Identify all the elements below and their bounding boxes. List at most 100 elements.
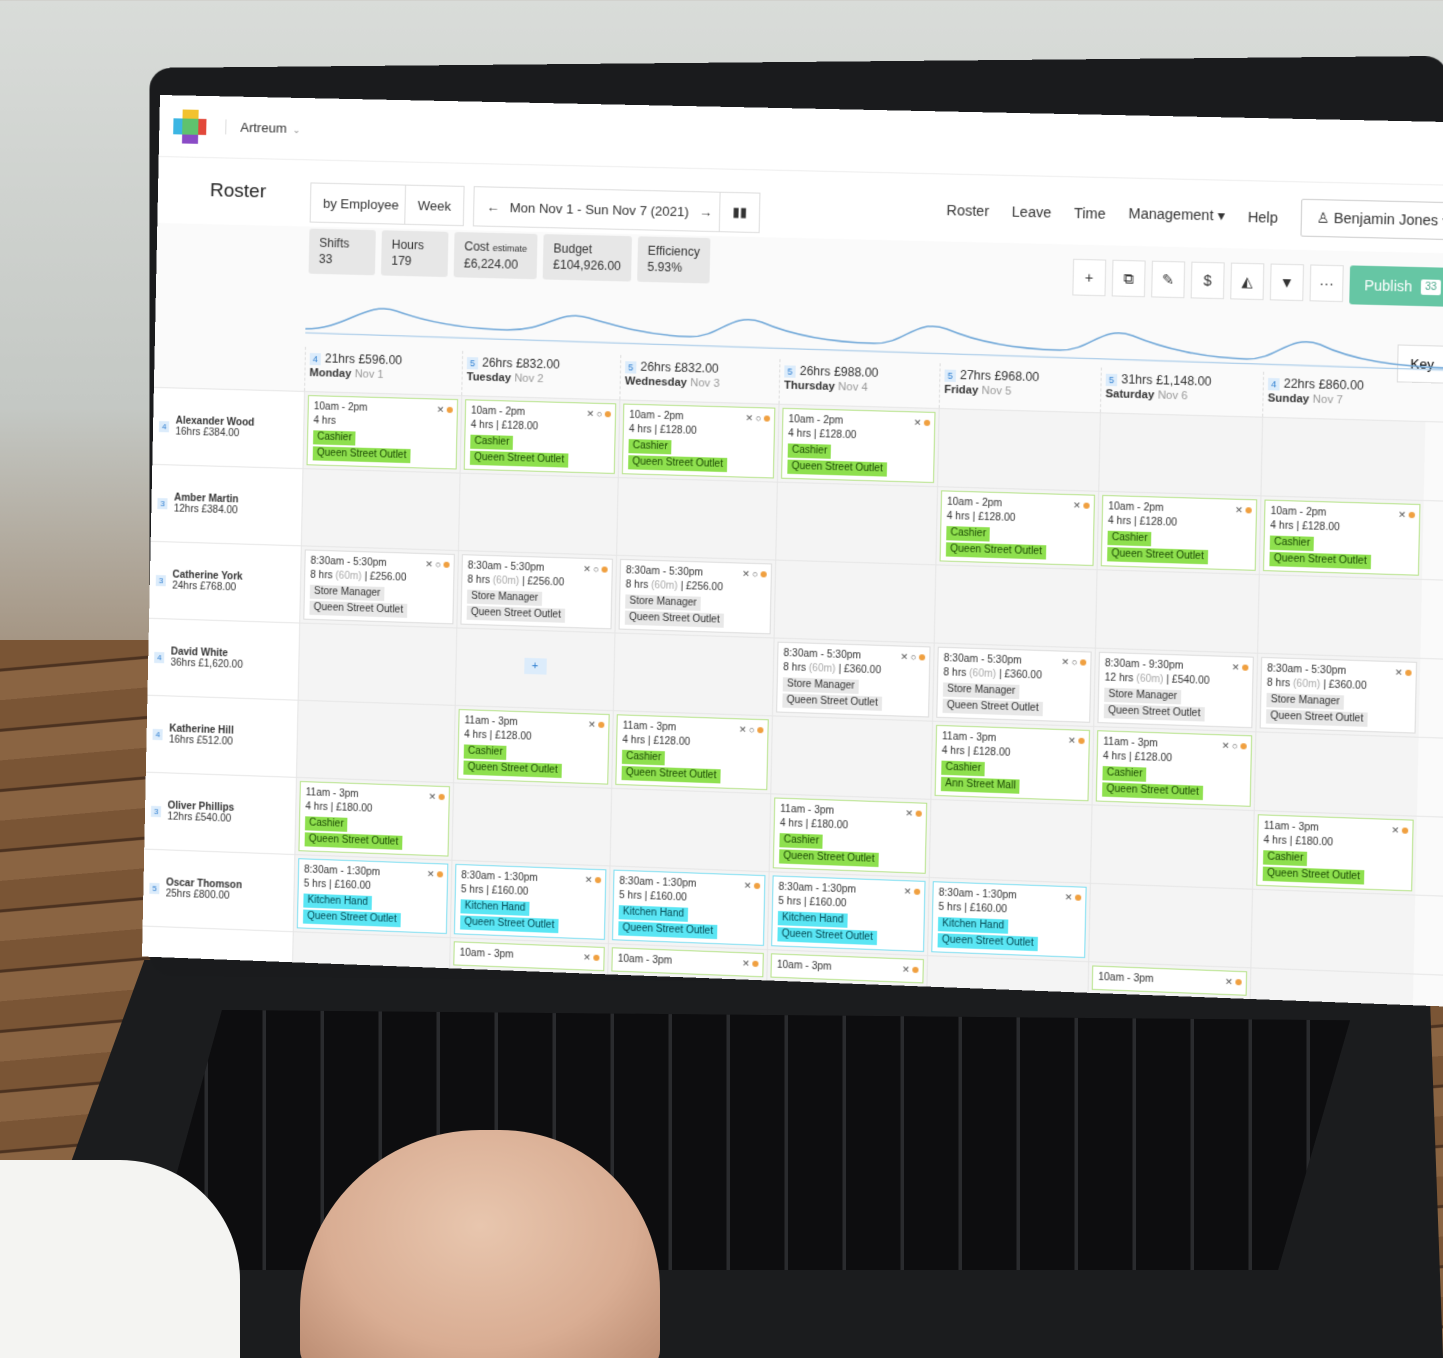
shift-card[interactable]: ✕ ○ 8:30am - 5:30pm 8 hrs (60m) | £256.00… [303, 549, 455, 624]
roster-cell[interactable]: ✕ 10am - 2pm 4 hrs | £128.00 Cashier Queen … [777, 405, 939, 486]
shift-card[interactable]: ✕ 8:30am - 1:30pm 5 hrs | £160.00 Kitchen … [931, 881, 1086, 958]
add-icon[interactable]: + [1072, 259, 1106, 296]
nav-help[interactable]: Help [1248, 208, 1278, 225]
chart-toggle-icon[interactable]: ▮▮ [719, 192, 761, 233]
shift-card[interactable]: ✕ 8:30am - 5:30pm 8 hrs (60m) | £360.00 St… [1260, 657, 1417, 734]
shift-card[interactable]: ✕ 10am - 3pm [1092, 965, 1247, 995]
roster-cell[interactable]: ✕ 10am - 2pm 4 hrs | £128.00 Cashier Queen … [1259, 496, 1424, 579]
shift-card[interactable]: ✕ ○ 10am - 2pm 4 hrs | £128.00 Cashier Quee… [464, 399, 617, 474]
shift-card[interactable]: ✕ ○ 11am - 3pm 4 hrs | £128.00 Cashier Quee… [615, 714, 768, 790]
roster-cell[interactable]: ✕ ○ 11am - 3pm 4 hrs | £128.00 Cashier Quee… [611, 711, 772, 793]
shift-card[interactable]: ✕ ○ 8:30am - 5:30pm 8 hrs (60m) | £256.00… [460, 554, 613, 629]
roster-cell[interactable]: ✕ ○ 8:30am - 5:30pm 8 hrs (60m) | £256.00… [614, 556, 775, 638]
add-shift-button[interactable]: + [524, 658, 547, 675]
roster-cell[interactable] [613, 633, 774, 715]
employee-info[interactable]: 4 David White 36hrs £1,620.00 [147, 619, 299, 700]
roster-cell[interactable]: ✕ 8:30am - 1:30pm 5 hrs | £160.00 Kitchen … [927, 878, 1090, 961]
roster-cell[interactable]: ✕ 11am - 3pm 4 hrs | £128.00 Cashier Queen … [453, 706, 613, 788]
roster-cell[interactable]: ✕ 8:30am - 1:30pm 5 hrs | £160.00 Kitchen … [293, 855, 452, 937]
shift-card[interactable]: ✕ 8:30am - 1:30pm 5 hrs | £160.00 Kitchen … [771, 875, 925, 952]
shift-card[interactable]: ✕ 8:30am - 1:30pm 5 hrs | £160.00 Kitchen … [297, 858, 449, 934]
roster-cell[interactable]: ✕ ○ 11am - 3pm 4 hrs | £128.00 Cashier Quee… [1092, 727, 1256, 810]
roster-cell[interactable] [1260, 418, 1425, 500]
shift-card[interactable]: ✕ 8:30am - 1:30pm 5 hrs | £160.00 Kitchen … [454, 864, 606, 940]
roster-cell[interactable]: ✕ 10am - 2pm 4 hrs | £128.00 Cashier Queen … [1097, 492, 1261, 574]
shift-card[interactable]: ✕ 10am - 2pm 4 hrs | £128.00 Cashier Queen … [940, 490, 1095, 566]
roster-cell[interactable] [937, 409, 1100, 491]
org-switcher[interactable]: Artreum ⌄ [225, 119, 300, 136]
shift-card[interactable]: ✕ 11am - 3pm 4 hrs | £128.00 Cashier Queen … [457, 709, 609, 785]
shift-card[interactable]: ✕ 10am - 3pm [611, 947, 763, 977]
shift-card[interactable]: ✕ 11am - 3pm 4 hrs | £128.00 Cashier Ann St… [935, 725, 1090, 801]
roster-cell[interactable] [298, 624, 457, 705]
roster-cell[interactable]: ✕ ○ 8:30am - 5:30pm 8 hrs (60m) | £360.00… [932, 644, 1095, 726]
shift-card[interactable]: ✕ 10am - 2pm 4 hrs | £128.00 Cashier Queen … [1101, 495, 1257, 571]
area-chart-icon[interactable]: ◭ [1230, 263, 1264, 301]
shift-card[interactable]: ✕ 8:30am - 9:30pm 12 hrs (60m) | £540.00 S… [1097, 652, 1253, 728]
roster-cell[interactable] [775, 483, 937, 565]
nav-leave[interactable]: Leave [1012, 203, 1052, 220]
employee-info[interactable]: 5 Oscar Thomson 25hrs £800.00 [143, 850, 295, 932]
shift-card[interactable]: ✕ 11am - 3pm 4 hrs | £180.00 Cashier Queen … [1256, 814, 1413, 891]
roster-cell[interactable]: ✕ 8:30am - 9:30pm 12 hrs (60m) | £540.00 S… [1093, 649, 1257, 732]
roster-cell[interactable]: ✕ ○ 8:30am - 5:30pm 8 hrs (60m) | £256.00… [299, 546, 458, 627]
shift-card[interactable]: ✕ 10am - 2pm 4 hrs | £128.00 Cashier Queen … [1263, 500, 1420, 576]
roster-cell[interactable]: + [455, 628, 615, 710]
employee-info[interactable]: 3 Oliver Phillips 12hrs £540.00 [144, 773, 296, 854]
roster-cell[interactable] [1090, 805, 1254, 888]
roster-cell[interactable]: ✕ 8:30am - 1:30pm 5 hrs | £160.00 Kitchen … [608, 866, 769, 949]
roster-cell[interactable]: ✕ 10am - 2pm 4 hrs Cashier Queen Street Out… [302, 392, 461, 473]
employee-info[interactable]: 3 Catherine York 24hrs £768.00 [149, 542, 301, 623]
roster-cell[interactable]: ✕ ○ 10am - 2pm 4 hrs | £128.00 Cashier Quee… [618, 400, 779, 481]
filter-icon[interactable]: ▼ [1270, 264, 1304, 302]
copy-icon[interactable]: ⧉ [1112, 260, 1146, 297]
roster-cell[interactable]: ✕ ○ 10am - 2pm 4 hrs | £128.00 Cashier Quee… [460, 396, 620, 477]
roster-cell[interactable] [458, 474, 618, 555]
arrow-left-icon[interactable]: ← [486, 199, 499, 214]
employee-info[interactable]: 4 Alexander Wood 16hrs £384.00 [152, 388, 304, 468]
dollar-icon[interactable]: $ [1191, 262, 1225, 300]
roster-cell[interactable] [1257, 575, 1422, 658]
roster-cell[interactable] [1254, 732, 1419, 815]
roster-cell[interactable] [934, 565, 1097, 647]
shift-card[interactable]: ✕ ○ 8:30am - 5:30pm 8 hrs (60m) | £360.00… [936, 647, 1091, 723]
view-by-button[interactable]: by Employee [310, 182, 413, 225]
roster-cell[interactable] [296, 701, 455, 783]
shift-card[interactable]: ✕ 10am - 3pm [453, 941, 604, 971]
user-menu[interactable]: ♙ Benjamin Jones ▾ [1300, 199, 1443, 241]
shift-card[interactable]: ✕ 10am - 2pm 4 hrs Cashier Queen Street Out… [307, 395, 459, 469]
shift-card[interactable]: ✕ 11am - 3pm 4 hrs | £180.00 Cashier Queen … [298, 781, 450, 857]
shift-card[interactable]: ✕ ○ 11am - 3pm 4 hrs | £128.00 Cashier Quee… [1096, 730, 1252, 807]
roster-cell[interactable]: ✕ 11am - 3pm 4 hrs | £180.00 Cashier Queen … [769, 794, 931, 877]
brush-icon[interactable]: ✎ [1151, 261, 1185, 299]
date-range-picker[interactable]: ← Mon Nov 1 - Sun Nov 7 (2021) → [473, 186, 726, 232]
roster-cell[interactable] [1095, 570, 1259, 653]
arrow-right-icon[interactable]: → [699, 204, 713, 219]
roster-cell[interactable]: ✕ 8:30am - 5:30pm 8 hrs (60m) | £360.00 St… [1255, 654, 1420, 737]
shift-card[interactable]: ✕ ○ 10am - 2pm 4 hrs | £128.00 Cashier Quee… [622, 404, 776, 479]
roster-cell[interactable] [616, 478, 777, 559]
roster-cell[interactable]: ✕ 8:30am - 1:30pm 5 hrs | £160.00 Kitchen … [450, 861, 610, 943]
period-button[interactable]: Week [404, 185, 464, 227]
roster-cell[interactable] [770, 716, 932, 798]
shift-card[interactable]: ✕ 10am - 2pm 4 hrs | £128.00 Cashier Queen … [781, 408, 935, 483]
nav-time[interactable]: Time [1074, 204, 1106, 221]
roster-cell[interactable]: ✕ 11am - 3pm 4 hrs | £180.00 Cashier Queen … [1252, 811, 1417, 895]
nav-roster[interactable]: Roster [946, 201, 989, 218]
shift-card[interactable]: ✕ ○ 8:30am - 5:30pm 8 hrs (60m) | £360.00… [776, 642, 930, 718]
roster-cell[interactable]: ✕ 10am - 2pm 4 hrs | £128.00 Cashier Queen … [935, 487, 1098, 569]
roster-cell[interactable] [774, 561, 936, 643]
roster-cell[interactable] [929, 800, 1092, 883]
more-icon[interactable]: ··· [1309, 264, 1343, 302]
roster-cell[interactable] [1250, 890, 1415, 974]
roster-cell[interactable] [301, 469, 460, 550]
roster-cell[interactable]: ✕ ○ 8:30am - 5:30pm 8 hrs (60m) | £360.00… [772, 638, 934, 720]
roster-cell[interactable]: ✕ 11am - 3pm 4 hrs | £180.00 Cashier Queen … [294, 778, 453, 860]
roster-cell[interactable]: ✕ 11am - 3pm 4 hrs | £128.00 Cashier Ann St… [930, 722, 1093, 805]
roster-cell[interactable] [1088, 884, 1252, 967]
employee-info[interactable]: 4 Katherine Hill 16hrs £512.00 [146, 696, 298, 777]
roster-cell[interactable] [1098, 413, 1262, 495]
shift-card[interactable]: ✕ 10am - 3pm [770, 953, 923, 983]
publish-button[interactable]: Publish 33 [1349, 265, 1443, 307]
roster-cell[interactable]: ✕ ○ 8:30am - 5:30pm 8 hrs (60m) | £256.00… [456, 551, 616, 632]
